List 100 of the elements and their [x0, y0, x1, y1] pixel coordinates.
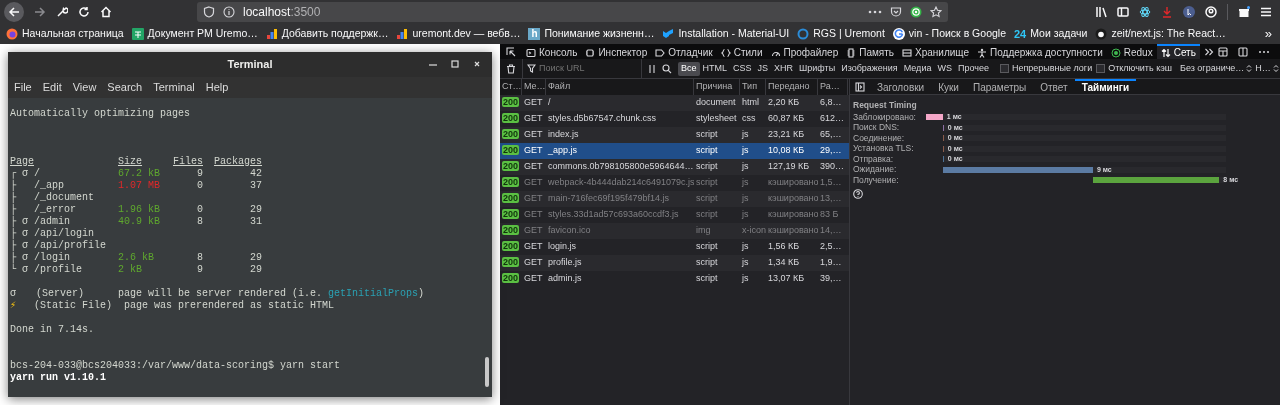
chevrons-icon[interactable]: [1203, 46, 1214, 57]
table-cell: 1,5…: [820, 177, 842, 188]
wrench-icon[interactable]: [56, 6, 68, 18]
package-count: 29: [250, 204, 262, 215]
column-header: Page: [10, 156, 34, 167]
sidebar-icon[interactable]: [1117, 6, 1129, 18]
search-icon[interactable]: [662, 63, 672, 74]
details-tab[interactable]: Заголовки: [870, 78, 932, 95]
maximize-icon[interactable]: [450, 59, 460, 69]
table-cell: GET: [524, 225, 543, 236]
bookmark[interactable]: vin - Поиск в Google: [892, 26, 1006, 42]
bookmark[interactable]: Начальная страница: [6, 26, 124, 42]
favicon-icon: h: [528, 28, 541, 40]
bookmarks-overflow-button[interactable]: »: [1264, 24, 1280, 44]
filter-type-button[interactable]: HTML: [699, 61, 730, 76]
bookmark[interactable]: RGS | Uremont: [797, 26, 885, 42]
request-row[interactable]: 200 GET index.js script js 23,21 КБ 65,…: [500, 127, 849, 143]
account-icon[interactable]: [1205, 6, 1217, 18]
filter-type-button[interactable]: Прочее: [954, 61, 992, 76]
element-picker-icon[interactable]: [506, 46, 516, 57]
window-title: Terminal: [227, 57, 273, 73]
details-tab[interactable]: Тайминги: [1074, 78, 1137, 95]
home-icon[interactable]: [100, 6, 112, 18]
bookmark[interactable]: Добавить поддержк…: [265, 26, 389, 42]
menu-item[interactable]: Search: [107, 79, 143, 96]
menu-item[interactable]: Help: [205, 79, 229, 96]
help-icon[interactable]: [853, 188, 863, 199]
details-tab[interactable]: Ответ: [1033, 78, 1075, 95]
panel-toggle-icon[interactable]: [855, 81, 865, 92]
target-icon[interactable]: [910, 6, 922, 18]
devtools-tab[interactable]: Консоль: [522, 44, 582, 59]
menu-icon[interactable]: [1260, 6, 1272, 18]
filter-type-button[interactable]: Изображения: [838, 61, 901, 76]
request-row[interactable]: 200 GET profile.js script js 1,34 КБ 1,9…: [500, 255, 849, 271]
filter-type-button[interactable]: Все: [678, 61, 700, 76]
filter-type-button[interactable]: Шрифты: [796, 61, 839, 76]
devtools-tab[interactable]: Отладчик: [651, 44, 717, 59]
library-icon[interactable]: [1095, 6, 1107, 18]
package-count: 31: [250, 216, 262, 227]
devtools-tab[interactable]: Сеть: [1156, 44, 1200, 59]
star-icon[interactable]: [930, 6, 942, 18]
url-filter-input[interactable]: Поиск URL: [539, 61, 639, 76]
layout-icon[interactable]: [1217, 46, 1228, 57]
table-cell: 65,…: [820, 129, 842, 140]
filter-type-button[interactable]: WS: [934, 61, 955, 76]
devtools-tab[interactable]: Хранилище: [898, 44, 974, 59]
bookmark[interactable]: zeit/next.js: The React…: [1095, 26, 1226, 42]
table-cell: js: [742, 273, 749, 284]
request-row[interactable]: 200 GET main-716fec69f195f479bf14.js script js кэшировано 13,…: [500, 191, 849, 207]
forward-arrow-icon[interactable]: [34, 6, 46, 18]
scrollbar-thumb[interactable]: [485, 357, 489, 387]
table-cell: GET: [524, 129, 543, 140]
request-row[interactable]: 200 GET _app.js script js 10,08 КБ 29,…: [500, 143, 849, 159]
devtools-tab[interactable]: Redux: [1106, 44, 1157, 59]
request-row[interactable]: 200 GET commons.0b798105800e5964644… script js 127,19 КБ 390…: [500, 159, 849, 175]
filter-type-button[interactable]: XHR: [771, 61, 797, 76]
dock-icon[interactable]: [1237, 46, 1248, 57]
table-cell: 83 Б: [820, 209, 839, 220]
devtools-tab[interactable]: Профайлер: [766, 44, 843, 59]
request-row[interactable]: 200 GET / document html 2,20 КБ 6,8…: [500, 95, 849, 111]
devtools-tab[interactable]: Стили: [716, 44, 767, 59]
menu-item[interactable]: View: [72, 79, 97, 96]
table-cell: 10,08 КБ: [768, 145, 805, 156]
download-icon[interactable]: [1161, 6, 1173, 18]
checkbox[interactable]: [1096, 64, 1106, 73]
back-button[interactable]: [4, 2, 24, 22]
table-cell: script: [696, 129, 718, 140]
dropdown[interactable]: Без ограниче…: [1180, 61, 1253, 76]
bookmark[interactable]: 24 Мои задачи: [1014, 26, 1088, 42]
address-bar[interactable]: localhost:3500: [197, 2, 948, 22]
details-tab[interactable]: Параметры: [965, 78, 1034, 95]
gift-icon[interactable]: [1238, 6, 1250, 18]
devtools-tab[interactable]: Память: [842, 44, 899, 59]
bookmark[interactable]: h Понимание жизненн…: [528, 26, 655, 42]
filter-type-button[interactable]: CSS: [730, 61, 755, 76]
table-cell: 1,34 КБ: [768, 257, 800, 268]
details-tab[interactable]: Куки: [931, 78, 966, 95]
pocket-icon[interactable]: [890, 6, 902, 18]
back-arrow-icon: [8, 6, 20, 18]
filter-type-button[interactable]: JS: [754, 61, 772, 76]
filter-type-button[interactable]: Медиа: [900, 61, 935, 76]
menu-item[interactable]: File: [14, 79, 32, 96]
request-row[interactable]: 200 GET favicon.ico img x-icon кэшировано 14,…: [500, 223, 849, 239]
dropdown[interactable]: Н…: [1255, 61, 1279, 76]
bookmark[interactable]: Installation - Material-UI: [662, 26, 790, 42]
pause-icon[interactable]: [648, 63, 656, 74]
url-filter-field[interactable]: Поиск URL: [522, 58, 642, 79]
atom-icon[interactable]: [1139, 6, 1151, 18]
devtools-tab[interactable]: Инспектор: [581, 44, 652, 59]
checkbox[interactable]: [999, 64, 1009, 73]
devtools-tab[interactable]: Поддержка доступности: [973, 44, 1107, 59]
menu-item[interactable]: Edit: [42, 79, 62, 96]
bookmark[interactable]: uremont.dev — вебв…: [396, 26, 521, 42]
bookmark[interactable]: Документ PM Uremo…: [131, 26, 258, 42]
menu-item[interactable]: Terminal: [153, 79, 195, 96]
close-icon[interactable]: [472, 59, 482, 69]
table-cell: 14,…: [820, 225, 842, 236]
table-cell: 612…: [820, 113, 845, 124]
trash-icon[interactable]: [506, 63, 516, 74]
reload-icon[interactable]: [78, 6, 90, 18]
